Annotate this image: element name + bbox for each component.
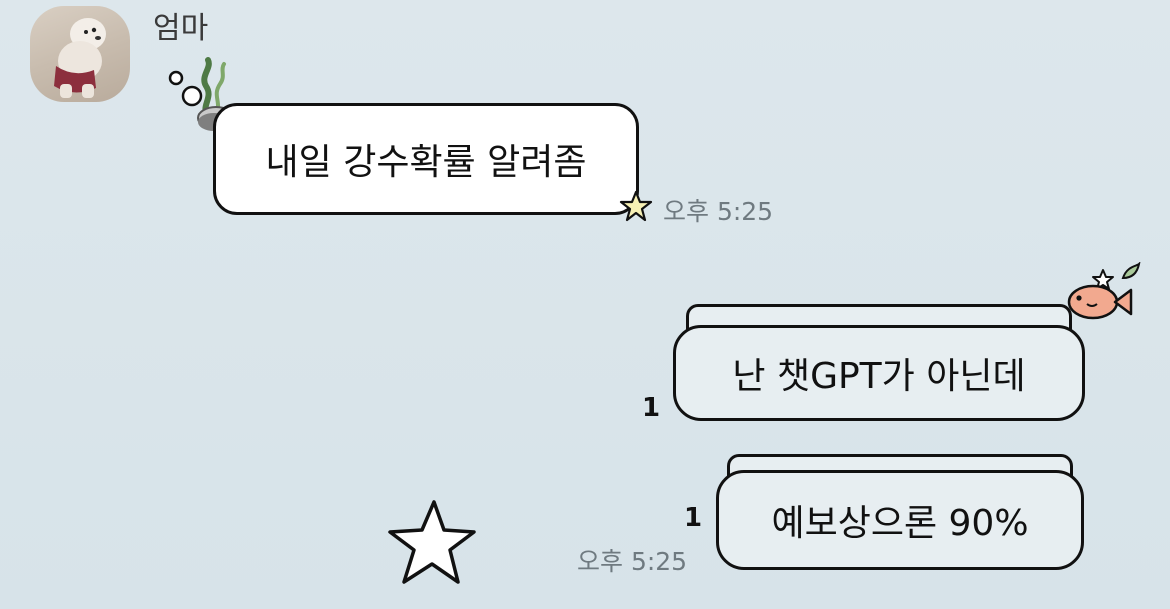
incoming-message-bubble[interactable]: 내일 강수확률 알려좀 bbox=[213, 103, 639, 215]
unread-count: 1 bbox=[642, 393, 661, 423]
unread-count: 1 bbox=[684, 503, 703, 533]
message-timestamp: 오후 5:25 bbox=[577, 547, 688, 576]
star-outline-icon bbox=[388, 500, 476, 584]
sender-name: 엄마 bbox=[153, 11, 209, 46]
outgoing-message-bubble[interactable]: 예보상으론 90% bbox=[716, 470, 1084, 570]
fish-icon bbox=[1067, 262, 1141, 320]
outgoing-message-bubble[interactable]: 난 챗GPT가 아닌데 bbox=[673, 325, 1085, 421]
outgoing-message-text: 난 챗GPT가 아닌데 bbox=[732, 356, 1026, 397]
dog-photo-avatar bbox=[54, 18, 106, 98]
incoming-message-text: 내일 강수확률 알려좀 bbox=[265, 142, 587, 183]
avatar[interactable] bbox=[30, 6, 130, 102]
message-timestamp: 오후 5:25 bbox=[663, 197, 774, 226]
star-icon bbox=[619, 190, 653, 222]
outgoing-message-text: 예보상으론 90% bbox=[771, 503, 1029, 544]
